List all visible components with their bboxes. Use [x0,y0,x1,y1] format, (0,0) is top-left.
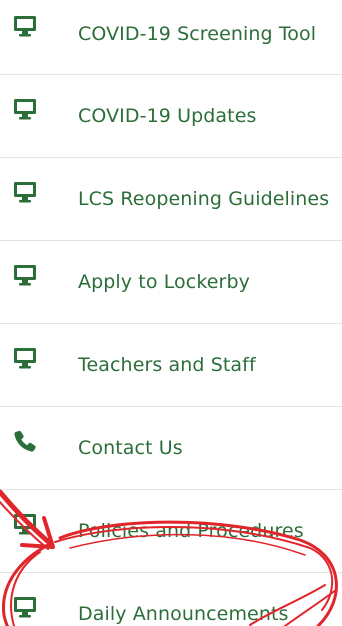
phone-icon [12,428,38,454]
monitor-icon [12,13,38,39]
nav-menu: COVID-19 Screening Tool COVID-19 Updates… [0,0,342,626]
menu-item-policies-and-procedures[interactable]: Policies and Procedures [0,490,342,573]
menu-item-label: LCS Reopening Guidelines [78,188,330,210]
monitor-icon [12,262,38,288]
menu-item-label: Contact Us [78,437,183,459]
monitor-icon [12,511,38,537]
menu-item-apply-to-lockerby[interactable]: Apply to Lockerby [0,241,342,324]
mobile-nav-page: COVID-19 Screening Tool COVID-19 Updates… [0,0,342,626]
monitor-icon [12,345,38,371]
menu-item-label: COVID-19 Updates [78,105,257,127]
menu-item-covid-updates[interactable]: COVID-19 Updates [0,75,342,158]
menu-item-label: Apply to Lockerby [78,271,250,293]
menu-item-daily-announcements[interactable]: Daily Announcements [0,573,342,626]
menu-item-covid-screening-tool[interactable]: COVID-19 Screening Tool [0,0,342,75]
menu-item-lcs-reopening-guidelines[interactable]: LCS Reopening Guidelines [0,158,342,241]
menu-item-label: Teachers and Staff [78,354,256,376]
monitor-icon [12,96,38,122]
menu-item-teachers-and-staff[interactable]: Teachers and Staff [0,324,342,407]
monitor-icon [12,594,38,620]
menu-item-label: COVID-19 Screening Tool [78,23,317,45]
menu-item-contact-us[interactable]: Contact Us [0,407,342,490]
monitor-icon [12,179,38,205]
menu-item-label: Policies and Procedures [78,520,304,542]
menu-item-label: Daily Announcements [78,603,289,625]
